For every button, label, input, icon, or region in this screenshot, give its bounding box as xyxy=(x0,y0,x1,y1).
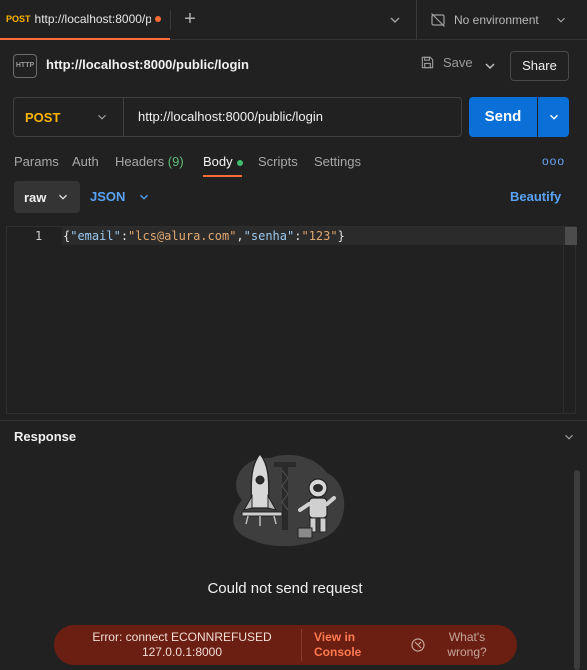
help-icon xyxy=(411,638,425,652)
chevron-down-icon xyxy=(140,194,149,200)
unsaved-indicator xyxy=(154,16,161,22)
chevron-down-icon xyxy=(59,194,67,200)
tab-params[interactable]: Params xyxy=(14,154,59,169)
response-divider[interactable] xyxy=(0,420,587,421)
method-select[interactable]: POST xyxy=(14,98,124,136)
tab-scripts[interactable]: Scripts xyxy=(258,154,298,169)
response-scrollbar[interactable] xyxy=(574,470,580,670)
body-set-indicator xyxy=(236,159,243,166)
tab-divider xyxy=(170,10,171,30)
body-editor[interactable]: 1 {"email":"lcs@alura.com","senha":"123"… xyxy=(6,226,577,414)
code-token: "123" xyxy=(301,229,338,243)
rocket-astronaut-illustration xyxy=(233,453,345,547)
send-button[interactable]: Send xyxy=(469,97,537,137)
body-language-value: JSON xyxy=(90,189,126,204)
chevron-down-icon xyxy=(98,114,106,120)
tab-settings[interactable]: Settings xyxy=(314,154,361,169)
tab-method: POST xyxy=(6,14,31,24)
no-environment-icon xyxy=(431,13,445,27)
code-token: } xyxy=(337,229,345,243)
save-options-chevron-icon[interactable] xyxy=(482,58,498,74)
tab-body[interactable]: Body xyxy=(203,154,243,169)
body-language-select[interactable]: JSON xyxy=(90,189,151,204)
save-icon xyxy=(421,56,434,69)
body-mode-select[interactable]: raw xyxy=(14,181,80,213)
code-token: "senha" xyxy=(243,229,295,243)
empty-response-message: Could not send request xyxy=(207,580,363,597)
environment-selector[interactable]: No environment xyxy=(430,10,580,30)
url-input[interactable]: http://localhost:8000/public/login xyxy=(138,109,448,124)
request-header: HTTP http://localhost:8000/public/login … xyxy=(0,41,587,89)
tab-list-chevron-down-icon[interactable] xyxy=(387,12,403,28)
editor-scroll-thumb[interactable] xyxy=(565,227,577,245)
code-line[interactable]: {"email":"lcs@alura.com","senha":"123"} xyxy=(63,229,345,243)
view-in-console-link[interactable]: View in Console xyxy=(314,630,378,660)
tab-headers[interactable]: Headers (9) xyxy=(115,154,184,169)
request-subtabs: Params Auth Headers (9) Body Scripts Set… xyxy=(14,150,574,178)
error-banner: Error: connect ECONNREFUSED 127.0.0.1:80… xyxy=(54,625,517,665)
tab-body-label: Body xyxy=(203,154,233,169)
editor-scrollbar[interactable] xyxy=(563,227,577,413)
code-token: "lcs@alura.com" xyxy=(128,229,237,243)
error-message: Error: connect ECONNREFUSED 127.0.0.1:80… xyxy=(92,630,272,659)
chevron-down-icon xyxy=(549,114,558,120)
headers-count: (9) xyxy=(167,154,184,169)
collapse-response-chevron-icon[interactable] xyxy=(562,430,576,444)
whats-wrong-button[interactable]: What's wrong? xyxy=(442,630,492,660)
tab-title: http://localhost:8000/public/login xyxy=(34,12,151,26)
send-options-button[interactable] xyxy=(538,97,569,137)
chevron-down-icon xyxy=(557,17,565,23)
error-banner-divider xyxy=(301,629,302,661)
beautify-button[interactable]: Beautify xyxy=(510,189,561,204)
environment-divider xyxy=(416,0,417,40)
code-token: : xyxy=(120,229,129,243)
new-tab-button[interactable]: + xyxy=(180,9,200,29)
active-tab-underline xyxy=(203,175,242,177)
url-bar: POST http://localhost:8000/public/login xyxy=(13,97,462,137)
code-token: "email" xyxy=(70,229,121,243)
share-button[interactable]: Share xyxy=(510,51,569,81)
environment-label: No environment xyxy=(454,13,539,27)
body-mode-value: raw xyxy=(24,189,47,205)
http-icon: HTTP xyxy=(13,54,37,78)
request-tab[interactable]: POST http://localhost:8000/public/login xyxy=(0,0,170,40)
tab-strip: POST http://localhost:8000/public/login … xyxy=(0,0,587,40)
tab-headers-label: Headers xyxy=(115,154,165,169)
save-button[interactable]: Save xyxy=(420,55,473,70)
code-token: , xyxy=(236,229,244,243)
request-title[interactable]: http://localhost:8000/public/login xyxy=(46,57,249,72)
line-number: 1 xyxy=(35,229,43,243)
more-options-icon[interactable]: ooo xyxy=(542,154,565,168)
save-label: Save xyxy=(443,55,473,70)
method-value: POST xyxy=(25,109,61,125)
response-title: Response xyxy=(14,429,77,444)
tab-auth[interactable]: Auth xyxy=(72,154,99,169)
